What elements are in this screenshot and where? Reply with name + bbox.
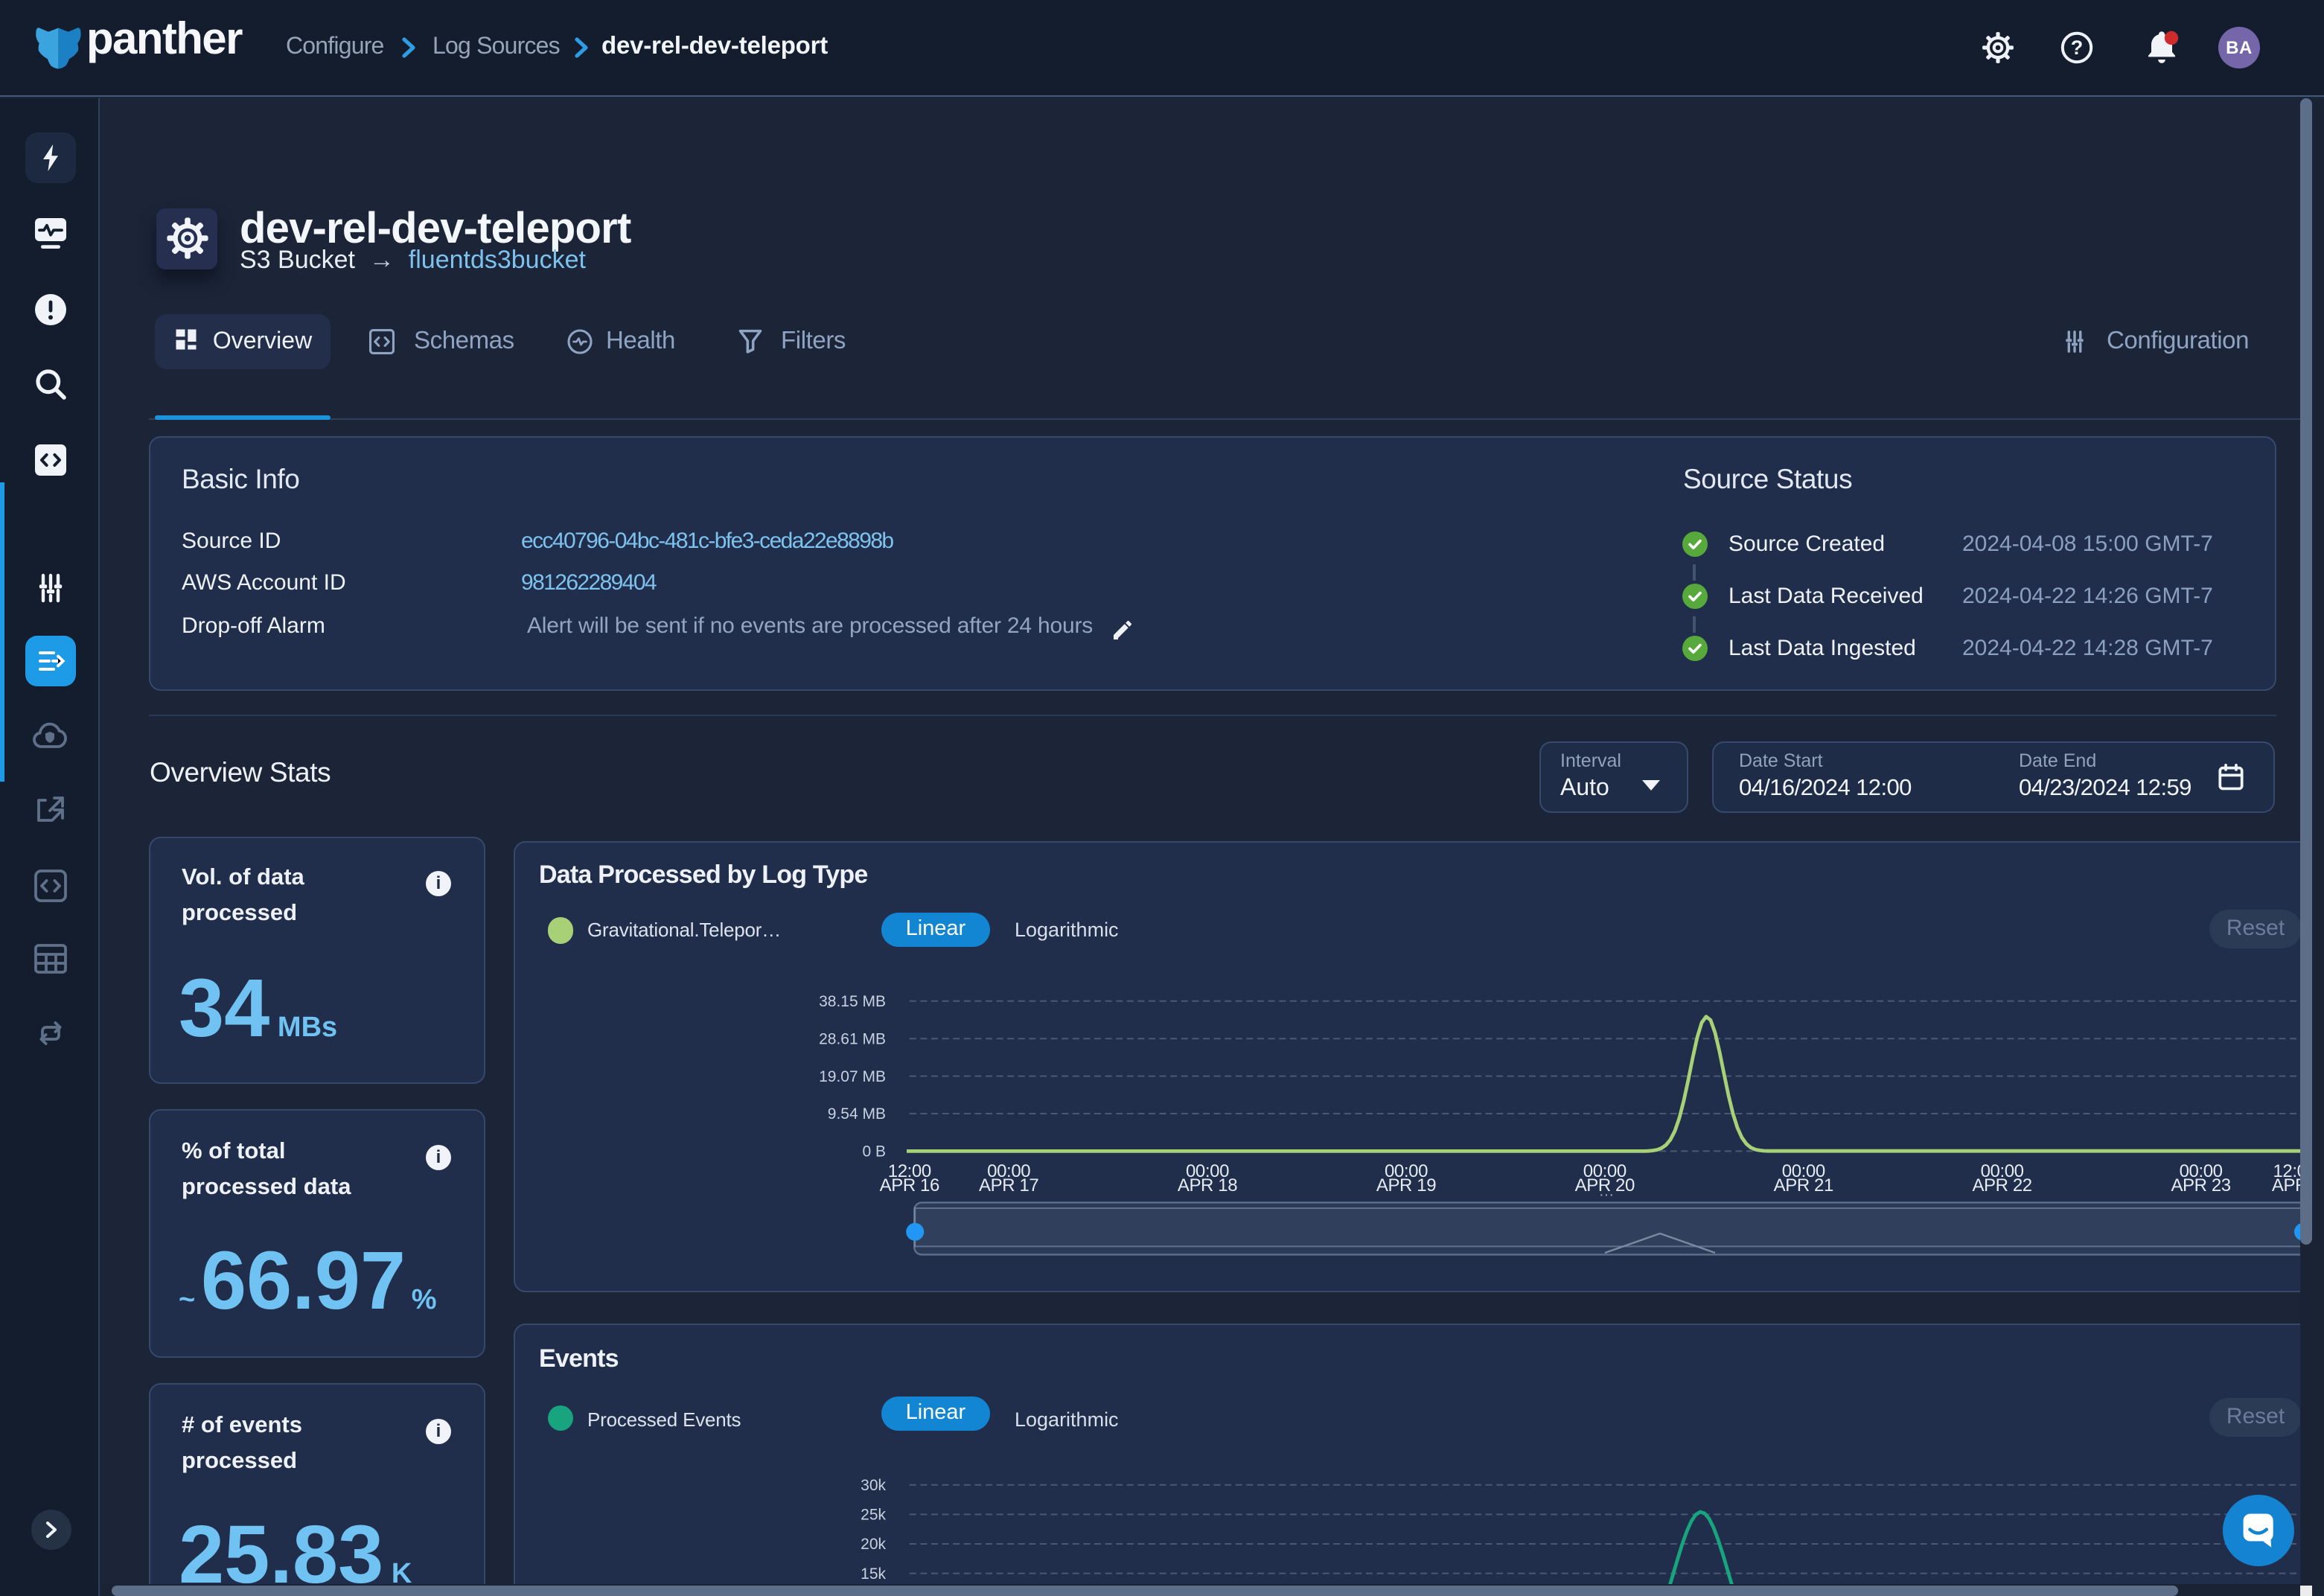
svg-text:19.07 MB: 19.07 MB [819, 1067, 886, 1085]
svg-text:APR 21: APR 21 [1774, 1175, 1833, 1195]
svg-text:···: ··· [1599, 1186, 1614, 1202]
svg-text:20k: 20k [861, 1536, 886, 1553]
svg-text:30k: 30k [861, 1477, 886, 1494]
svg-text:25k: 25k [861, 1507, 886, 1524]
svg-text:9.54 MB: 9.54 MB [828, 1105, 886, 1122]
svg-text:APR 18: APR 18 [1178, 1175, 1237, 1195]
svg-text:APR 22: APR 22 [1972, 1175, 2031, 1195]
svg-text:APR 19: APR 19 [1376, 1175, 1436, 1195]
svg-text:38.15 MB: 38.15 MB [819, 992, 886, 1009]
svg-text:APR 23: APR 23 [2171, 1175, 2230, 1195]
svg-text:?: ? [2071, 36, 2084, 59]
svg-text:15k: 15k [861, 1565, 886, 1583]
svg-text:APR 16: APR 16 [880, 1175, 939, 1195]
svg-text:0 B: 0 B [862, 1143, 886, 1160]
svg-text:28.61 MB: 28.61 MB [819, 1030, 886, 1047]
svg-text:APR 17: APR 17 [979, 1175, 1038, 1195]
